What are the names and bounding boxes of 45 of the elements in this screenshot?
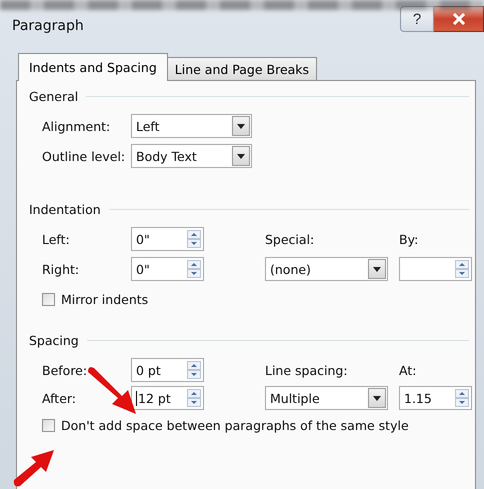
spin-field[interactable]: 0" [131, 227, 204, 251]
help-button[interactable]: ? [400, 6, 434, 32]
spin-field[interactable]: 0" [131, 257, 204, 281]
spinner-arrows-icon[interactable] [187, 260, 201, 278]
close-button[interactable] [434, 6, 484, 32]
arrow-annotation [12, 448, 56, 488]
field-label: Right: [42, 262, 80, 276]
tab[interactable]: Line and Page Breaks [166, 57, 318, 80]
dropdown-field[interactable]: (none) [265, 257, 388, 281]
field-label: Outline level: [42, 148, 126, 164]
field-label: Line spacing: [265, 362, 349, 378]
window-title: Paragraph [12, 18, 84, 34]
spinner-arrows-icon[interactable] [187, 389, 201, 407]
field-label: At: [399, 362, 418, 378]
dropdown-field[interactable]: Left [131, 114, 252, 138]
spin-field[interactable]: 1.15 [399, 386, 472, 410]
field-label: Special: [265, 232, 316, 246]
spinner-arrows-icon[interactable] [455, 260, 469, 278]
dropdown-arrow-icon [373, 266, 381, 272]
text-cursor [136, 390, 137, 406]
field-label: By: [399, 232, 420, 246]
dropdown-arrow-icon [237, 154, 245, 158]
dropdown-field[interactable]: Multiple [265, 386, 388, 410]
field-label: Left: [42, 232, 71, 246]
spinner-arrows-icon[interactable] [187, 230, 201, 248]
tab[interactable]: Indents and Spacing [18, 53, 168, 81]
field-label: After: [42, 390, 78, 406]
section-heading: Indentation [29, 202, 101, 217]
spin-field[interactable]: 12 pt [131, 386, 204, 410]
field-label: Alignment: [42, 118, 112, 134]
spinner-arrows-icon[interactable] [455, 389, 469, 407]
spin-field[interactable] [399, 257, 472, 281]
checkbox[interactable] [42, 419, 55, 432]
spin-field[interactable]: 0 pt [131, 358, 204, 382]
checkbox-label: Don't add space between paragraphs of the same style [61, 418, 409, 433]
spinner-arrows-icon[interactable] [187, 361, 201, 379]
checkbox-label: Mirror indents [61, 292, 148, 307]
dropdown-arrow-icon [373, 396, 381, 400]
section-heading: Spacing [29, 333, 79, 348]
section-heading: General [29, 89, 78, 104]
field-label: Before: [42, 362, 88, 378]
dropdown-arrow-icon [237, 124, 245, 128]
checkbox[interactable] [42, 293, 55, 306]
close-icon [452, 13, 466, 25]
dropdown-field[interactable]: Body Text [131, 144, 252, 168]
